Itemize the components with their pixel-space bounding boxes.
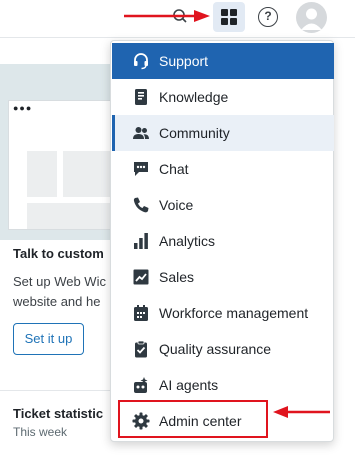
menu-item-label: Knowledge xyxy=(159,89,229,105)
ticket-statistics-title: Ticket statistic xyxy=(13,406,104,421)
menu-item-label: Chat xyxy=(159,161,189,177)
bar-chart-icon xyxy=(134,233,148,249)
card-body: Set up Web Wic website and he xyxy=(13,274,106,309)
menu-item-label: Voice xyxy=(159,197,194,213)
headset-icon xyxy=(134,53,148,70)
menu-item-label: AI agents xyxy=(159,377,219,393)
menu-item-community[interactable]: Community xyxy=(112,115,334,151)
avatar-icon xyxy=(301,8,322,30)
apps-grid-icon xyxy=(221,9,228,16)
help-icon[interactable]: ? xyxy=(258,7,278,27)
apps-grid-button[interactable] xyxy=(213,2,245,32)
menu-item-analytics[interactable]: Analytics xyxy=(112,223,334,259)
people-icon xyxy=(133,127,149,139)
user-avatar[interactable] xyxy=(296,2,327,33)
ticket-statistics-subtitle: This week xyxy=(13,425,68,439)
menu-item-chat[interactable]: Chat xyxy=(112,151,334,187)
annotation-highlight-box xyxy=(118,400,268,438)
menu-item-knowledge[interactable]: Knowledge xyxy=(112,79,334,115)
menu-item-label: Analytics xyxy=(159,233,216,249)
annotation-arrow-right-icon xyxy=(124,10,210,22)
menu-item-label: Sales xyxy=(159,269,195,285)
menu-item-label: Support xyxy=(159,53,209,69)
widget-mockup: ●●● xyxy=(8,100,113,230)
menu-item-label: Quality assurance xyxy=(159,341,272,357)
window-dots-icon: ●●● xyxy=(13,103,33,113)
set-it-up-button[interactable]: Set it up xyxy=(13,323,84,355)
product-switcher-menu: Support Knowledge Community Chat Voice A… xyxy=(110,40,334,442)
menu-item-quality-assurance[interactable]: Quality assurance xyxy=(112,331,334,367)
menu-item-sales[interactable]: Sales xyxy=(112,259,334,295)
robot-icon xyxy=(134,377,148,393)
menu-item-support[interactable]: Support xyxy=(112,43,334,79)
menu-item-workforce-management[interactable]: Workforce management xyxy=(112,295,334,331)
clipboard-check-icon xyxy=(135,340,147,358)
calendar-icon xyxy=(134,305,148,321)
chat-bubble-icon xyxy=(134,162,148,176)
book-icon xyxy=(135,89,147,105)
annotation-arrow-left-icon xyxy=(273,406,330,418)
menu-item-ai-agents[interactable]: AI agents xyxy=(112,367,334,403)
trend-chart-icon xyxy=(133,269,149,285)
divider xyxy=(0,390,112,391)
card-title: Talk to custom xyxy=(13,246,104,261)
phone-icon xyxy=(133,197,149,213)
menu-item-label: Workforce management xyxy=(159,305,309,321)
menu-item-voice[interactable]: Voice xyxy=(112,187,334,223)
menu-item-label: Community xyxy=(159,125,230,141)
